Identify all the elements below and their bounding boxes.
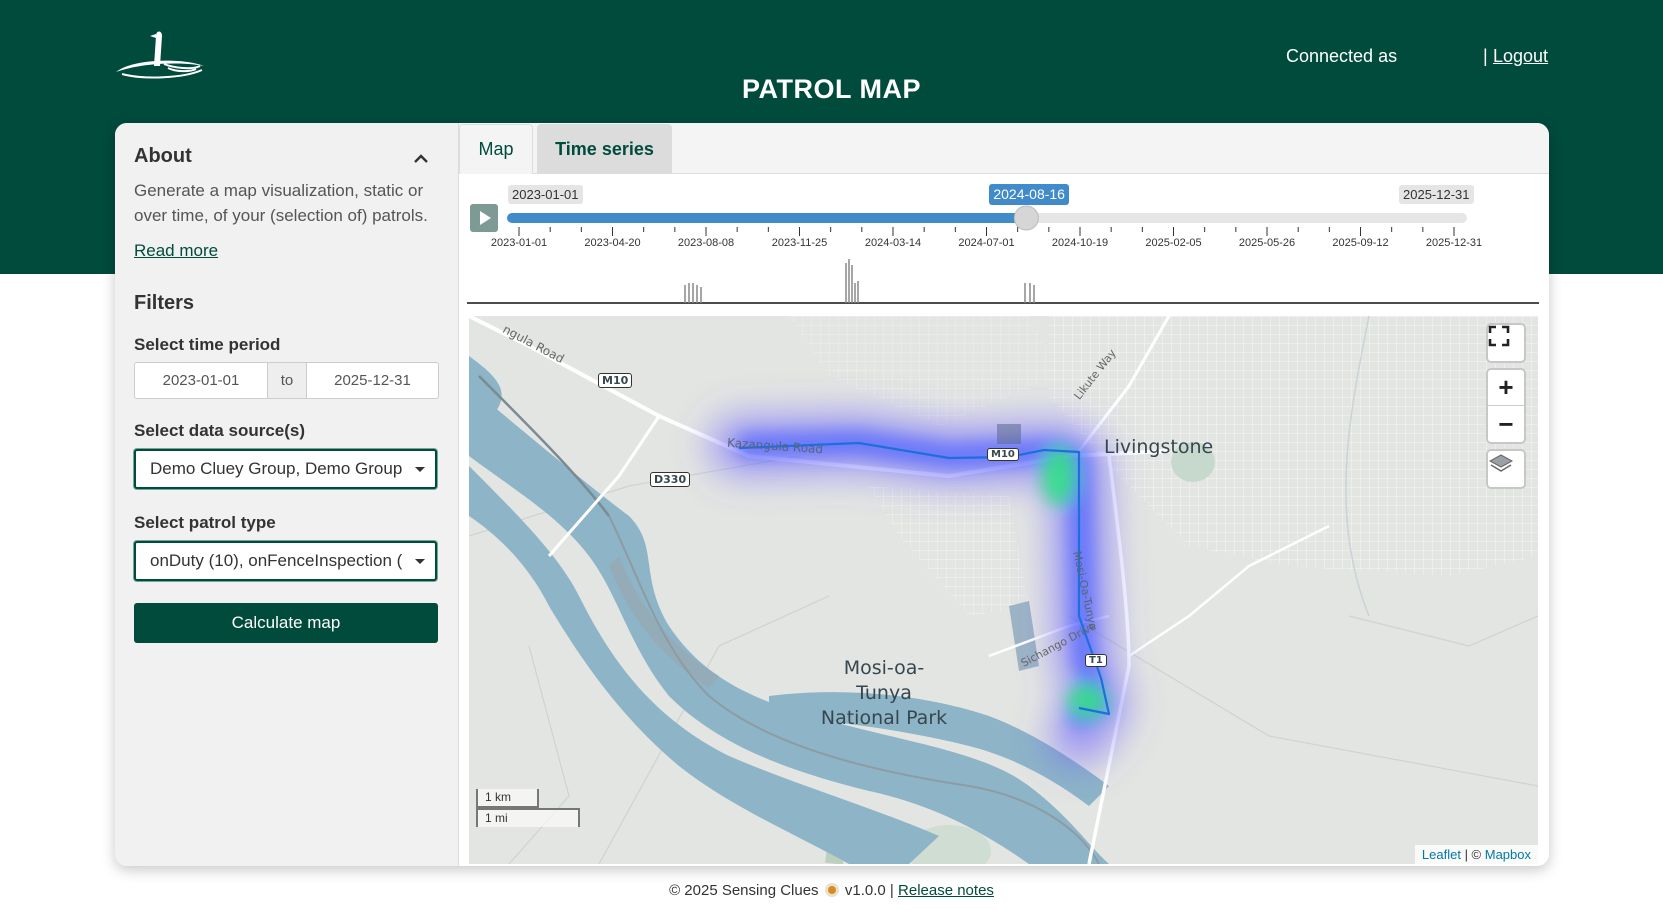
attribution-separator: | © [1460,847,1485,862]
slider-handle[interactable] [1013,205,1039,231]
road-shield-m10-b: M10 [987,448,1019,461]
place-label-livingstone: Livingstone [1104,436,1214,458]
caret-down-icon [415,559,425,564]
date-from-input[interactable]: 2023-01-01 [135,363,267,398]
date-range-input: 2023-01-01 to 2025-12-31 [134,362,439,399]
main-card: About Generate a map visualization, stat… [115,123,1549,866]
zoom-control: + − [1486,368,1526,444]
date-to-input[interactable]: 2025-12-31 [307,363,438,398]
footer-copyright: © 2025 Sensing Clues [669,882,819,899]
badge-icon [824,883,839,897]
tab-map[interactable]: Map [459,124,533,174]
slider-tick-label: 2023-08-08 [677,237,735,249]
about-title: About [134,145,192,167]
slider-tick-label: 2023-04-20 [584,237,641,249]
slider-tick-label: 2023-01-01 [490,237,548,249]
scale-mi: 1 mi [476,808,580,827]
tab-time-series[interactable]: Time series [537,124,672,174]
header-separator: | [1483,46,1488,66]
slider-tick-label: 2025-02-05 [1145,237,1202,249]
park-name-line2: National Park [820,707,948,729]
slider-tick-label: 2023-11-25 [771,237,828,249]
time-period-label: Select time period [134,335,281,354]
road-shield-t1: T1 [1085,654,1107,667]
map-attribution: Leaflet | © Mapbox [1414,845,1538,864]
data-source-value: Demo Cluey Group, Demo Group [150,459,403,478]
tab-bar: Map Time series [459,123,1549,174]
data-source-label: Select data source(s) [134,421,306,440]
road-shield-d330: D330 [650,472,691,487]
layers-control [1486,449,1526,489]
date-range-separator: to [267,363,307,398]
slider-tick-label: 2025-09-12 [1332,237,1389,249]
leaflet-link[interactable]: Leaflet [1422,847,1461,862]
map-tiles [469,316,1538,864]
footer: © 2025 Sensing Clues v1.0.0 | Release no… [0,882,1663,899]
patrol-map[interactable]: M10 D330 M10 T1 ngula Road Kazangula Roa… [469,316,1538,864]
road-shield-m10: M10 [598,373,633,388]
page-title: PATROL MAP [742,74,921,104]
filters-title: Filters [134,292,195,314]
fullscreen-control [1486,323,1526,363]
park-name-line1: Mosi-oa-Tunya [843,657,925,704]
about-description: Generate a map visualization, static or … [134,181,428,225]
time-series-panel: 2023-01-01 2024-08-16 2025-12-31 2023-01… [459,175,1549,866]
slider-tick-label: 2025-12-31 [1425,237,1483,249]
mapbox-link[interactable]: Mapbox [1485,847,1531,862]
logout-link[interactable]: Logout [1493,46,1548,67]
caret-down-icon [415,467,425,472]
slider-fill [507,213,1027,223]
patrol-type-label: Select patrol type [134,513,276,532]
patrol-type-select[interactable]: onDuty (10), onFenceInspection ( [134,541,437,581]
layers-icon[interactable] [1488,451,1524,487]
patrol-type-value: onDuty (10), onFenceInspection ( [150,551,403,570]
release-notes-link[interactable]: Release notes [898,882,994,899]
scale-km: 1 km [476,789,539,808]
sidebar: About Generate a map visualization, stat… [115,123,459,866]
slider-tick-label: 2024-07-01 [958,237,1015,249]
zoom-out-button[interactable]: − [1488,406,1524,442]
place-label-park: Mosi-oa-Tunya National Park [819,656,949,731]
calculate-map-button[interactable]: Calculate map [134,603,438,643]
fullscreen-icon[interactable] [1488,325,1524,361]
slider-tick-label: 2025-05-26 [1238,237,1296,249]
connected-as-label: Connected as [1286,46,1398,66]
read-more-link[interactable]: Read more [134,241,218,261]
chevron-up-icon[interactable] [411,149,431,169]
zoom-in-button[interactable]: + [1488,370,1524,406]
data-source-select[interactable]: Demo Cluey Group, Demo Group [134,449,437,489]
footer-version: v1.0.0 | [844,882,894,899]
slider-tick-label: 2024-10-19 [1051,237,1109,249]
slider-tick-label: 2024-03-14 [864,237,922,249]
